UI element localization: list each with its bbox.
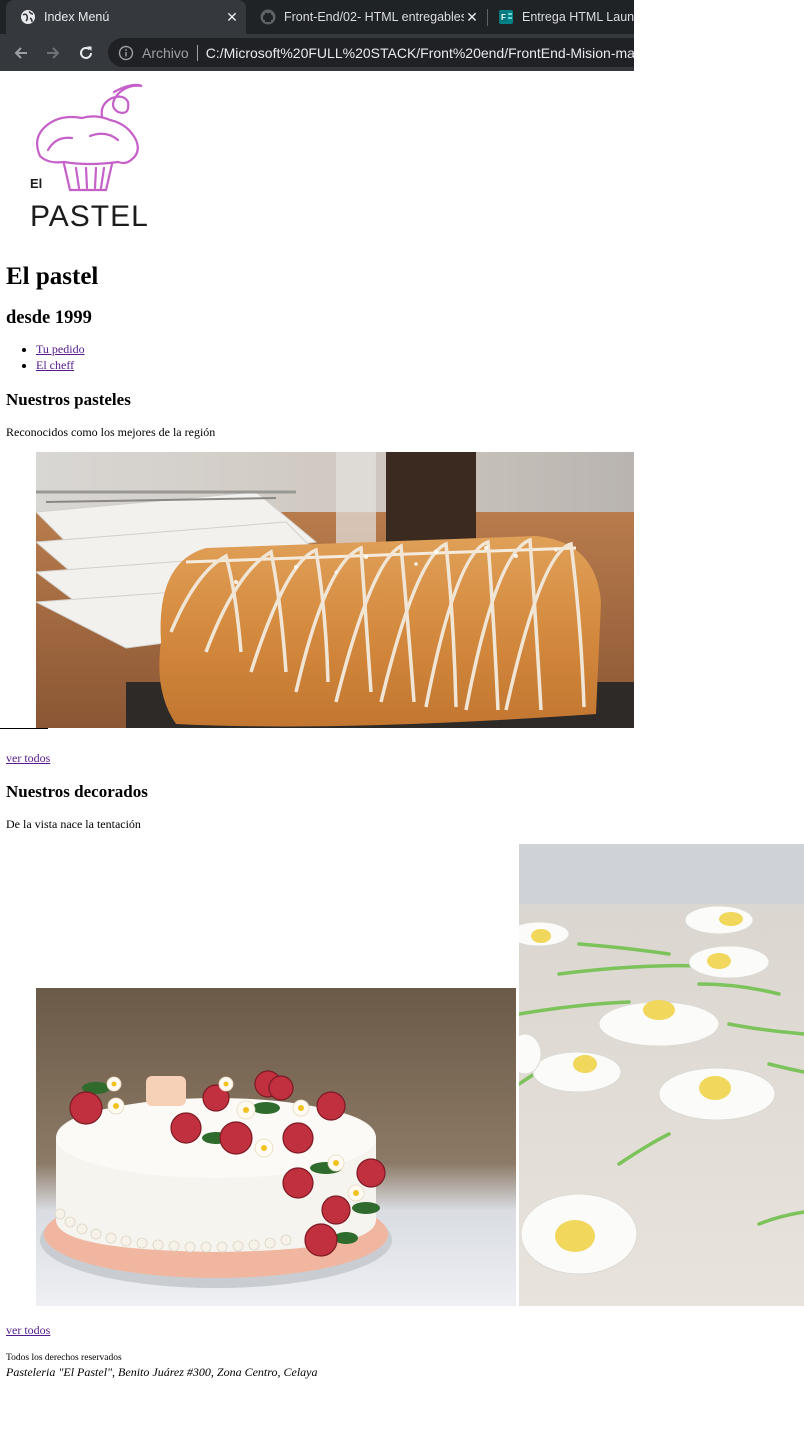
footer-address: Pasteleria "El Pastel", Benito Juárez #3… xyxy=(6,1365,318,1379)
section-heading-decorados: Nuestros decorados xyxy=(6,782,148,801)
nav-link-el-cheff[interactable]: El cheff xyxy=(36,358,74,372)
section-text-pasteles: Reconocidos como los mejores de la regió… xyxy=(6,425,216,439)
tab-github[interactable]: Front-End/02- HTML entregables ✕ xyxy=(252,0,486,34)
ver-todos-decorados-link[interactable]: ver todos xyxy=(6,1323,50,1338)
tab-title: Index Menú xyxy=(44,10,110,24)
daisy-cake-photo xyxy=(519,844,804,1306)
info-icon xyxy=(118,45,134,60)
nav-item: El cheff xyxy=(36,358,85,374)
close-tab-icon[interactable]: ✕ xyxy=(464,9,480,25)
divider-line xyxy=(0,728,48,729)
arrow-left-icon xyxy=(14,47,27,59)
back-button[interactable] xyxy=(10,42,32,64)
browser-chrome: Index Menú ✕ Front-End/02- HTML entregab… xyxy=(0,0,634,71)
tab-index-menu[interactable]: Index Menú ✕ xyxy=(6,0,246,34)
logo-text-large: PASTEL xyxy=(30,200,149,233)
tab-title: Entrega HTML Launch xyxy=(522,10,634,24)
rose-cake-photo xyxy=(36,988,516,1306)
section-heading-pasteles: Nuestros pasteles xyxy=(6,390,131,409)
arrow-right-icon xyxy=(47,47,60,59)
site-logo: El PASTEL xyxy=(20,78,160,238)
footer-rights: Todos los derechos reservados xyxy=(6,1353,122,1363)
url-scheme-label: Archivo xyxy=(142,44,189,61)
svg-text:F: F xyxy=(501,13,506,22)
forward-button[interactable] xyxy=(42,42,64,64)
main-nav: Tu pedido El cheff xyxy=(6,342,85,373)
nav-link-tu-pedido[interactable]: Tu pedido xyxy=(36,342,85,356)
page-title: El pastel xyxy=(6,263,99,290)
ver-todos-pasteles-link[interactable]: ver todos xyxy=(6,751,50,766)
tab-forms[interactable]: F Entrega HTML Launch xyxy=(492,0,634,34)
cupcake-logo-icon: El PASTEL xyxy=(30,83,149,233)
omnibox-divider xyxy=(196,44,198,61)
reload-button[interactable] xyxy=(75,42,97,64)
browser-toolbar: Archivo C:/Microsoft%20FULL%20STACK/Fron… xyxy=(0,34,634,71)
close-tab-icon[interactable]: ✕ xyxy=(224,9,240,25)
tab-strip: Index Menú ✕ Front-End/02- HTML entregab… xyxy=(0,0,634,34)
tab-title: Front-End/02- HTML entregables xyxy=(284,10,464,24)
loaf-cake-photo xyxy=(36,452,634,728)
address-bar[interactable]: Archivo C:/Microsoft%20FULL%20STACK/Fron… xyxy=(108,38,634,67)
reload-icon xyxy=(80,46,92,59)
section-text-decorados: De la vista nace la tentación xyxy=(6,817,141,831)
forms-icon: F xyxy=(499,10,513,24)
globe-icon xyxy=(21,10,35,24)
github-icon xyxy=(260,9,276,25)
page-subtitle: desde 1999 xyxy=(6,308,92,328)
nav-item: Tu pedido xyxy=(36,342,85,358)
logo-text-small: El xyxy=(30,176,42,191)
url-text: C:/Microsoft%20FULL%20STACK/Front%20end/… xyxy=(205,44,634,61)
tab-separator xyxy=(487,9,488,26)
